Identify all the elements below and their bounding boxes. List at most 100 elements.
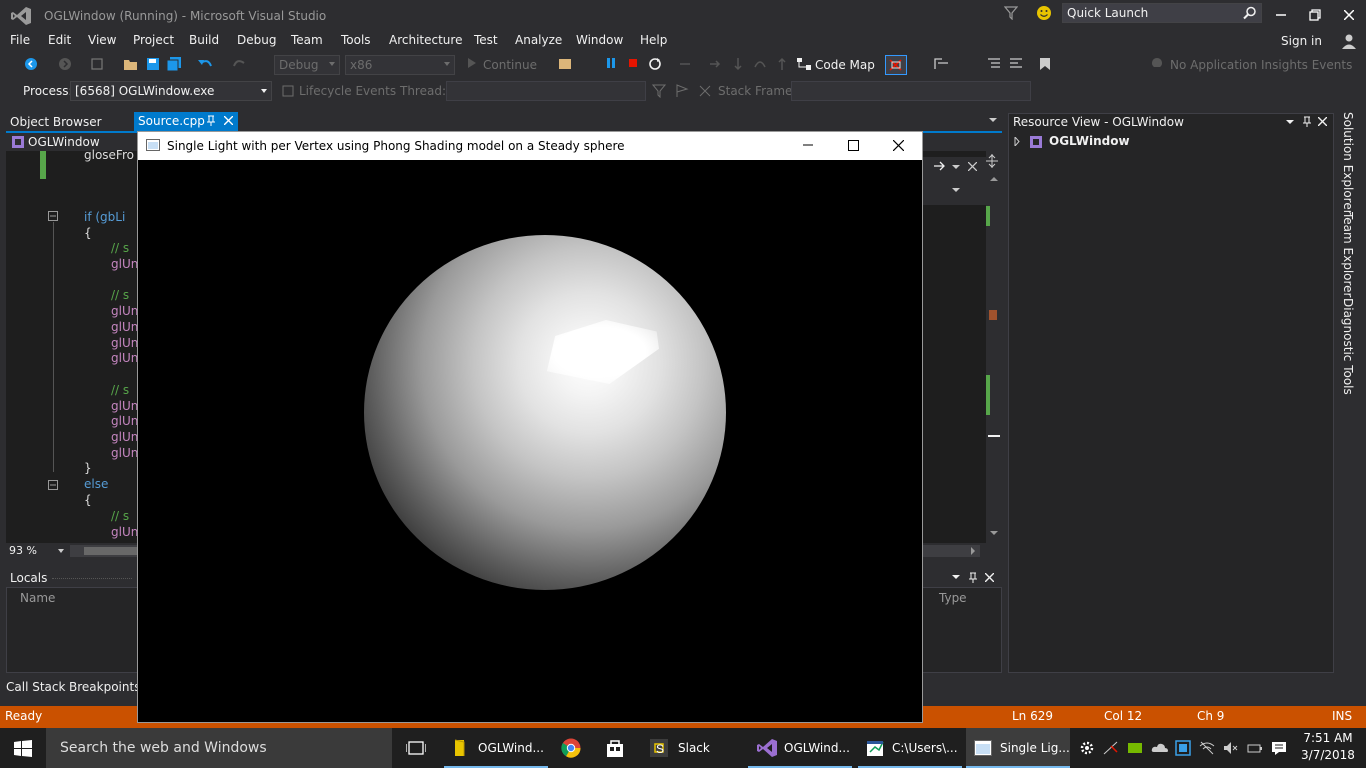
stop-debugging-icon[interactable] <box>627 57 639 69</box>
side-tab-diagnostic-tools[interactable]: Diagnostic Tools <box>1341 298 1355 395</box>
thread-dropdown[interactable] <box>446 81 646 101</box>
gl-minimize-button[interactable] <box>796 135 820 155</box>
scroll-up-icon[interactable] <box>990 176 998 182</box>
chrome-icon[interactable] <box>561 738 581 758</box>
action-center-icon[interactable] <box>1271 740 1287 756</box>
scroll-down-icon[interactable] <box>990 530 998 536</box>
gl-maximize-button[interactable] <box>841 135 865 155</box>
side-tab-solution-explorer[interactable]: Solution Explorer <box>1341 112 1355 215</box>
onedrive-cloud-icon[interactable] <box>1151 740 1169 756</box>
break-all-pause-icon[interactable] <box>605 57 617 69</box>
menu-architecture[interactable]: Architecture <box>389 33 462 47</box>
tray-app-icon[interactable] <box>1175 740 1191 756</box>
navigate-back-icon[interactable] <box>24 57 38 71</box>
menu-view[interactable]: View <box>88 33 116 47</box>
settings-gear-icon[interactable] <box>1079 740 1095 756</box>
show-flagged-threads-icon[interactable] <box>675 84 689 98</box>
continue-icon[interactable] <box>466 57 478 69</box>
resource-tree-item[interactable]: OGLWindow <box>1049 134 1130 148</box>
wifi-off-icon[interactable] <box>1199 740 1215 756</box>
scroll-thumb[interactable] <box>84 547 144 555</box>
intellitrace-toggle-button[interactable] <box>885 55 907 75</box>
step-out-icon[interactable] <box>753 57 767 71</box>
minimize-button[interactable] <box>1264 4 1298 26</box>
lifecycle-events-button[interactable]: Lifecycle Events <box>299 84 396 98</box>
solution-platform-dropdown[interactable]: x86 <box>345 55 455 75</box>
uncomment-lines-icon[interactable] <box>1008 57 1024 71</box>
show-next-statement-icon[interactable] <box>678 57 692 71</box>
pin-panel-icon[interactable] <box>1302 116 1312 128</box>
locals-column-name[interactable]: Name <box>20 591 55 605</box>
select-start-item-icon[interactable] <box>558 57 574 71</box>
nvidia-icon[interactable] <box>1127 740 1143 756</box>
chevron-down-icon[interactable] <box>952 187 960 193</box>
collapse-outline-icon[interactable] <box>48 211 58 221</box>
vertical-scrollbar[interactable] <box>986 170 1000 540</box>
restore-button[interactable] <box>1298 4 1332 26</box>
stack-frame-dropdown[interactable] <box>791 81 1031 101</box>
collapse-outline-icon[interactable] <box>48 480 58 490</box>
lifecycle-events-icon[interactable] <box>282 85 294 97</box>
arrow-right-icon[interactable] <box>934 161 946 171</box>
search-icon[interactable] <box>1243 6 1257 20</box>
save-all-icon[interactable] <box>167 57 183 71</box>
menu-window[interactable]: Window <box>576 33 623 47</box>
step-out-up-icon[interactable] <box>775 57 789 71</box>
panel-options-chevron-down-icon[interactable] <box>1286 119 1294 125</box>
close-panel-icon[interactable] <box>985 573 994 582</box>
expand-tree-icon[interactable] <box>1014 137 1020 146</box>
restart-icon[interactable] <box>648 57 662 71</box>
menu-file[interactable]: File <box>10 33 30 47</box>
close-button[interactable] <box>1332 4 1366 26</box>
split-window-icon[interactable] <box>986 154 998 168</box>
chevron-down-icon[interactable] <box>952 164 960 170</box>
notification-filter-icon[interactable] <box>1004 6 1018 20</box>
close-find-icon[interactable] <box>968 162 977 171</box>
sign-in-link[interactable]: Sign in <box>1281 34 1322 48</box>
project-dropdown[interactable]: OGLWindow <box>28 135 100 149</box>
taskbar-app-slack[interactable]: S Slack <box>640 728 744 768</box>
menu-test[interactable]: Test <box>474 33 498 47</box>
close-tab-icon[interactable] <box>224 116 233 125</box>
locals-column-type[interactable]: Type <box>939 591 967 605</box>
application-insights-label[interactable]: No Application Insights Events <box>1170 58 1352 72</box>
continue-button[interactable]: Continue <box>483 58 537 72</box>
menu-team[interactable]: Team <box>291 33 323 47</box>
opengl-render-canvas[interactable] <box>138 160 922 722</box>
windows-start-icon[interactable] <box>14 740 32 757</box>
menu-edit[interactable]: Edit <box>48 33 71 47</box>
menu-tools[interactable]: Tools <box>341 33 371 47</box>
menu-project[interactable]: Project <box>133 33 174 47</box>
taskbar-app-console[interactable]: C:\Users\... <box>858 728 962 768</box>
application-insights-icon[interactable] <box>1150 57 1164 71</box>
taskbar-search-input[interactable]: Search the web and Windows <box>46 728 392 768</box>
clock-time[interactable]: 7:51 AM <box>1300 731 1356 745</box>
network-error-icon[interactable] <box>1103 740 1119 756</box>
redo-icon[interactable] <box>232 57 248 71</box>
toggle-breakpoint-icon[interactable] <box>934 57 950 71</box>
volume-muted-icon[interactable] <box>1223 740 1239 756</box>
tab-object-browser[interactable]: Object Browser <box>4 113 108 131</box>
store-icon[interactable] <box>605 738 625 758</box>
process-dropdown[interactable]: [6568] OGLWindow.exe <box>70 81 272 101</box>
tab-overflow-chevron-down-icon[interactable] <box>988 116 998 124</box>
taskbar-app-explorer[interactable]: OGLWind... <box>444 728 548 768</box>
undo-icon[interactable] <box>197 57 213 71</box>
menu-analyze[interactable]: Analyze <box>515 33 562 47</box>
scroll-right-icon[interactable] <box>970 547 976 555</box>
open-file-icon[interactable] <box>123 57 139 71</box>
pin-panel-icon[interactable] <box>968 572 978 584</box>
account-icon[interactable] <box>1340 32 1358 50</box>
solution-configuration-dropdown[interactable]: Debug <box>274 55 340 75</box>
save-icon[interactable] <box>146 57 160 71</box>
tab-call-stack[interactable]: Call Stack <box>6 680 65 694</box>
gl-close-button[interactable] <box>886 135 910 155</box>
battery-plug-icon[interactable] <box>1247 740 1263 756</box>
new-project-icon[interactable] <box>90 57 104 71</box>
clock-date[interactable]: 3/7/2018 <box>1300 748 1356 762</box>
taskbar-app-visual-studio[interactable]: OGLWind... <box>748 728 852 768</box>
close-panel-icon[interactable] <box>1318 117 1327 126</box>
zoom-level-dropdown[interactable]: 93 % <box>6 543 68 559</box>
code-map-button[interactable]: Code Map <box>815 58 875 72</box>
comment-lines-icon[interactable] <box>986 57 1002 71</box>
